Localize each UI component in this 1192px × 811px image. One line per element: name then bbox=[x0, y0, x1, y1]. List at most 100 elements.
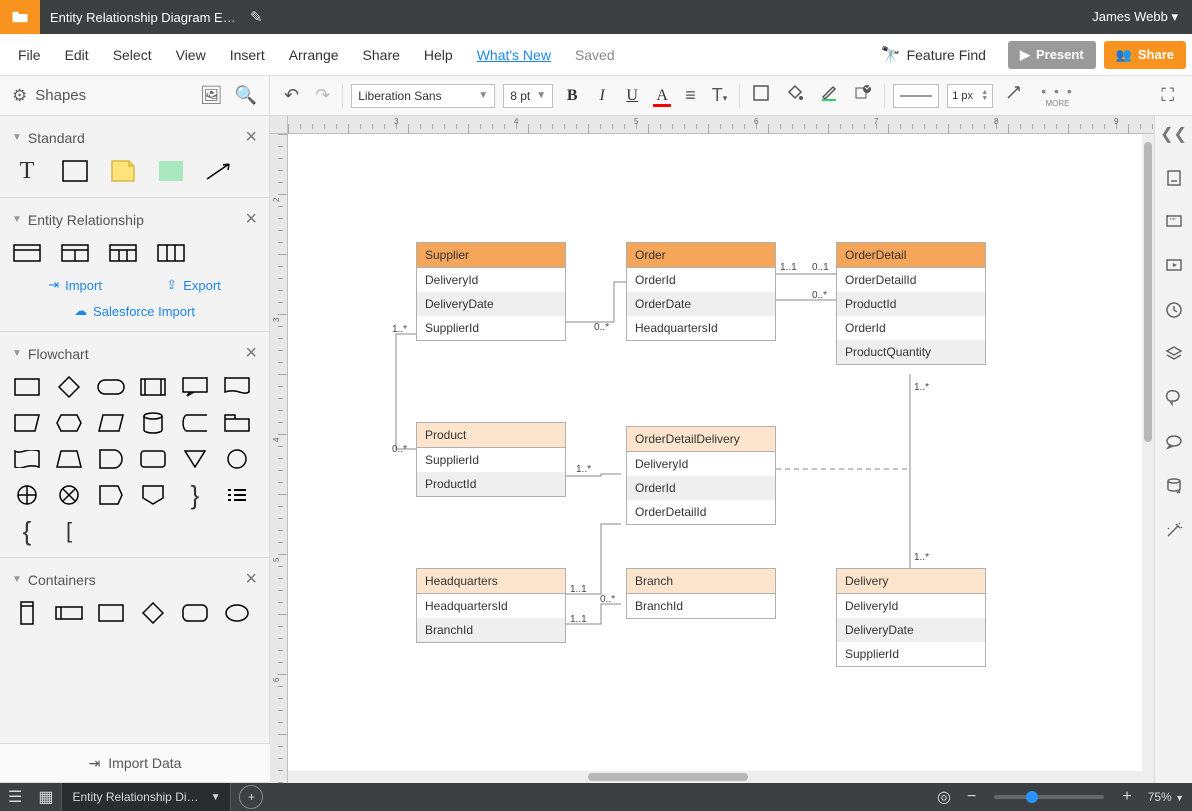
image-icon[interactable]: 🖼 bbox=[200, 85, 223, 106]
more-button[interactable]: • • • MORE bbox=[1041, 83, 1073, 108]
font-select[interactable]: Liberation Sans ▼ bbox=[351, 84, 495, 108]
fc-flag[interactable] bbox=[12, 447, 42, 471]
entity-order[interactable]: Order OrderId OrderDate HeadquartersId bbox=[626, 242, 776, 341]
zoom-out-button[interactable]: − bbox=[959, 788, 984, 806]
fc-xcirc[interactable] bbox=[54, 483, 84, 507]
undo-button[interactable]: ↶ bbox=[280, 85, 303, 106]
panel-containers-header[interactable]: ▼ Containers × bbox=[0, 558, 269, 597]
fc-tag[interactable] bbox=[96, 483, 126, 507]
fc-bracket[interactable]: [ bbox=[54, 519, 84, 543]
collapse-dock-icon[interactable]: ❮❮ bbox=[1160, 124, 1187, 144]
chat-icon[interactable] bbox=[1164, 432, 1184, 452]
page-tab[interactable]: Entity Relationship Dia… ▼ bbox=[61, 783, 231, 811]
fc-tri[interactable] bbox=[180, 447, 210, 471]
fc-double-rect[interactable] bbox=[138, 375, 168, 399]
menu-arrange[interactable]: Arrange bbox=[277, 47, 351, 63]
italic-button[interactable]: I bbox=[591, 87, 613, 105]
close-icon[interactable]: × bbox=[245, 126, 257, 149]
ct-5[interactable] bbox=[180, 601, 210, 625]
fc-doc[interactable] bbox=[222, 375, 252, 399]
fill-button[interactable] bbox=[782, 84, 808, 107]
fc-store[interactable] bbox=[180, 411, 210, 435]
font-size-select[interactable]: 8 pt ▼ bbox=[503, 84, 553, 108]
fc-para[interactable] bbox=[96, 411, 126, 435]
comment-icon[interactable]: "" bbox=[1164, 212, 1184, 232]
fc-shield[interactable] bbox=[138, 483, 168, 507]
menu-share[interactable]: Share bbox=[351, 47, 412, 63]
search-icon[interactable]: 🔍 bbox=[235, 85, 257, 106]
presentation-icon[interactable] bbox=[1164, 256, 1184, 276]
fc-trap2[interactable] bbox=[54, 447, 84, 471]
align-button[interactable]: ≡ bbox=[681, 85, 700, 106]
vertical-scrollbar[interactable] bbox=[1142, 134, 1154, 771]
menu-insert[interactable]: Insert bbox=[218, 47, 277, 63]
menu-help[interactable]: Help bbox=[412, 47, 465, 63]
magic-icon[interactable] bbox=[1164, 520, 1184, 540]
entity-orderdetaildelivery[interactable]: OrderDetailDelivery DeliveryId OrderId O… bbox=[626, 426, 776, 525]
line-color-button[interactable] bbox=[816, 84, 842, 107]
document-title[interactable]: Entity Relationship Diagram Exa… bbox=[40, 10, 250, 25]
import-data-button[interactable]: ⇥ Import Data bbox=[0, 743, 270, 783]
text-dropdown[interactable]: T▾ bbox=[708, 85, 732, 106]
menu-view[interactable]: View bbox=[164, 47, 218, 63]
zoom-level[interactable]: 75% ▼ bbox=[1140, 790, 1192, 804]
menu-edit[interactable]: Edit bbox=[53, 47, 101, 63]
er-export[interactable]: ⇪Export bbox=[166, 277, 220, 293]
folder-icon[interactable] bbox=[0, 0, 40, 34]
history-icon[interactable] bbox=[1164, 300, 1184, 320]
ct-4[interactable] bbox=[138, 601, 168, 625]
entity-supplier[interactable]: Supplier DeliveryId DeliveryDate Supplie… bbox=[416, 242, 566, 341]
ct-3[interactable] bbox=[96, 601, 126, 625]
edit-title-icon[interactable]: ✎ bbox=[250, 8, 263, 26]
rect-shape[interactable] bbox=[60, 159, 90, 183]
fc-rect[interactable] bbox=[12, 375, 42, 399]
fc-terminal[interactable] bbox=[96, 375, 126, 399]
menu-file[interactable]: File bbox=[6, 47, 53, 63]
zoom-in-button[interactable]: + bbox=[1114, 788, 1139, 806]
add-page-button[interactable]: + bbox=[239, 785, 263, 809]
ct-2[interactable] bbox=[54, 601, 84, 625]
redo-button[interactable]: ↷ bbox=[311, 85, 334, 106]
gear-icon[interactable]: ⚙ bbox=[12, 86, 27, 106]
text-shape[interactable]: T bbox=[12, 159, 42, 183]
er-shape-1[interactable] bbox=[12, 241, 42, 265]
fc-circ[interactable] bbox=[222, 447, 252, 471]
sync-icon[interactable]: ◎ bbox=[929, 787, 959, 807]
fc-callout[interactable] bbox=[180, 375, 210, 399]
fc-brace-r[interactable]: } bbox=[180, 483, 210, 507]
doc-icon[interactable] bbox=[1164, 168, 1184, 188]
er-import[interactable]: ⇥Import bbox=[48, 277, 102, 293]
fc-list[interactable] bbox=[222, 483, 252, 507]
fc-tab[interactable] bbox=[222, 411, 252, 435]
close-icon[interactable]: × bbox=[245, 342, 257, 365]
line-style-select[interactable] bbox=[893, 84, 939, 108]
bold-button[interactable]: B bbox=[561, 87, 583, 105]
present-button[interactable]: ▶ Present bbox=[1008, 41, 1096, 69]
panel-flowchart-header[interactable]: ▼ Flowchart × bbox=[0, 332, 269, 371]
panel-standard-header[interactable]: ▼ Standard × bbox=[0, 116, 269, 155]
zoom-slider[interactable] bbox=[994, 795, 1104, 799]
fc-trap1[interactable] bbox=[12, 411, 42, 435]
user-menu[interactable]: James Webb ▾ bbox=[1092, 9, 1192, 25]
close-icon[interactable]: × bbox=[245, 208, 257, 231]
ct-1[interactable] bbox=[12, 601, 42, 625]
layers-icon[interactable] bbox=[1164, 344, 1184, 364]
data-icon[interactable] bbox=[1164, 476, 1184, 496]
fullscreen-button[interactable]: ⛶ bbox=[1161, 85, 1182, 106]
canvas[interactable]: Supplier DeliveryId DeliveryDate Supplie… bbox=[288, 134, 1154, 783]
er-shape-3[interactable] bbox=[108, 241, 138, 265]
block-shape[interactable] bbox=[156, 159, 186, 183]
fc-cyl[interactable] bbox=[138, 411, 168, 435]
outline-view-icon[interactable]: ☰ bbox=[0, 787, 30, 807]
entity-orderdetail[interactable]: OrderDetail OrderDetailId ProductId Orde… bbox=[836, 242, 986, 365]
fc-diamond[interactable] bbox=[54, 375, 84, 399]
shape-button[interactable] bbox=[748, 84, 774, 107]
er-shape-4[interactable] bbox=[156, 241, 186, 265]
entity-product[interactable]: Product SupplierId ProductId bbox=[416, 422, 566, 497]
er-shape-2[interactable] bbox=[60, 241, 90, 265]
line-width-select[interactable]: 1 px ▲▼ bbox=[947, 84, 993, 108]
underline-button[interactable]: U bbox=[621, 87, 643, 105]
entity-headquarters[interactable]: Headquarters HeadquartersId BranchId bbox=[416, 568, 566, 643]
share-button[interactable]: 👥 Share bbox=[1104, 41, 1186, 69]
note-shape[interactable] bbox=[108, 159, 138, 183]
